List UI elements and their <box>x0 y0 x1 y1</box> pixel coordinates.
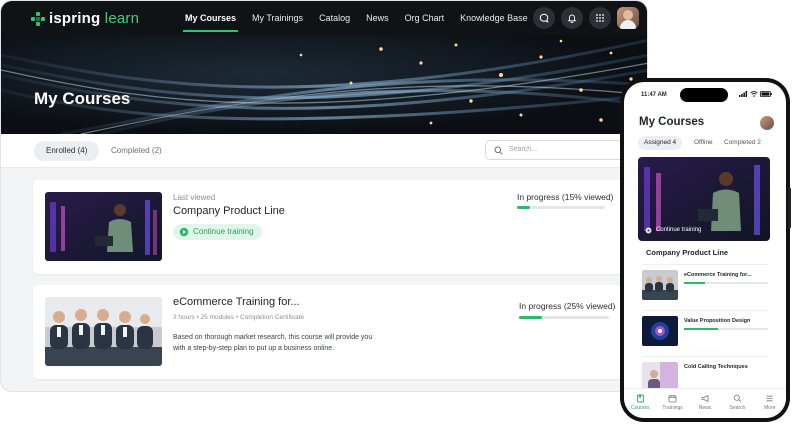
divider <box>642 310 768 311</box>
course-thumbnail <box>45 297 162 366</box>
phone-page-title: My Courses <box>639 116 705 128</box>
phone-nav-more[interactable]: More <box>754 389 786 418</box>
progress-label: In progress (25% viewed) <box>519 301 616 311</box>
phone-nav-search[interactable]: Search <box>721 389 753 418</box>
menu-icon <box>766 395 773 402</box>
logo-text: ispring learn <box>49 10 140 27</box>
nav-knowledge-base[interactable]: Knowledge Base <box>452 1 536 35</box>
phone-tab-assigned[interactable]: Assigned 4 <box>638 136 683 150</box>
nav-my-trainings[interactable]: My Trainings <box>244 1 311 35</box>
continue-training-button[interactable]: Continue training <box>173 224 263 240</box>
phone-tab-offline[interactable]: Offline <box>688 136 719 150</box>
ispring-learn-logo[interactable]: ispring learn <box>31 10 139 27</box>
phone-screen: 11:47 AM My Courses Assigned 4 Offline C… <box>624 82 786 418</box>
nav-catalog[interactable]: Catalog <box>311 1 358 35</box>
top-icons <box>533 7 639 29</box>
phone-course-thumbnail <box>642 316 678 346</box>
fiber-optic-background <box>1 38 647 134</box>
phone-featured-title: Company Product Line <box>646 248 729 257</box>
phone-frame: 11:47 AM My Courses Assigned 4 Offline C… <box>620 78 791 422</box>
divider <box>642 264 768 265</box>
course-title[interactable]: eCommerce Training for... <box>173 296 300 308</box>
phone-progress-bar <box>684 282 768 284</box>
progress-fill <box>519 316 542 319</box>
last-viewed-label: Last viewed <box>173 193 216 202</box>
nav-my-courses[interactable]: My Courses <box>177 1 244 35</box>
course-card-company-product-line[interactable]: Last viewed Company Product Line Continu… <box>33 180 629 274</box>
phone-bottom-nav: Courses Trainings News Search More <box>624 388 786 418</box>
apps-button[interactable] <box>589 7 611 29</box>
search-icon <box>733 394 742 403</box>
book-icon <box>636 394 644 403</box>
signal-icon <box>739 91 748 97</box>
phone-nav-courses[interactable]: Courses <box>624 389 656 418</box>
phone-side-button <box>788 188 791 228</box>
continue-training-label: Continue training <box>193 227 254 236</box>
search-icon <box>494 146 503 155</box>
course-thumbnail <box>45 192 162 261</box>
chat-icon <box>539 13 549 23</box>
tab-enrolled[interactable]: Enrolled (4) <box>34 141 100 161</box>
megaphone-icon <box>701 394 708 403</box>
phone-nav-label: More <box>764 405 776 411</box>
top-navigation-bar: ispring learn My Courses My Trainings Ca… <box>1 1 647 35</box>
phone-nav-label: News <box>698 405 712 411</box>
phone-course-row[interactable]: Value Proposition Design <box>642 316 768 356</box>
phone-featured-course[interactable]: Continue training <box>638 157 770 241</box>
progress-label: In progress (15% viewed) <box>517 192 614 202</box>
wifi-icon <box>750 91 758 97</box>
search-box[interactable]: Search... <box>485 140 625 160</box>
status-time: 11:47 AM <box>641 92 667 98</box>
phone-nav-label: Search <box>729 405 746 411</box>
nav-news[interactable]: News <box>358 1 397 35</box>
grid-icon <box>596 14 604 22</box>
phone-continue-training[interactable]: Continue training <box>646 227 701 233</box>
status-icons <box>739 91 772 97</box>
tab-completed[interactable]: Completed (2) <box>99 141 174 161</box>
page-title: My Courses <box>34 89 131 108</box>
phone-progress-fill <box>684 282 705 284</box>
progress-bar <box>517 206 605 209</box>
phone-nav-trainings[interactable]: Trainings <box>656 389 688 418</box>
phone-notch <box>680 88 728 102</box>
phone-nav-label: Courses <box>630 405 650 411</box>
main-nav: My Courses My Trainings Catalog News Org… <box>177 1 536 35</box>
course-description: Based on thorough market research, this … <box>173 334 373 352</box>
phone-tab-completed[interactable]: Completed 2 <box>718 136 767 150</box>
calendar-icon <box>668 395 677 403</box>
notifications-button[interactable] <box>561 7 583 29</box>
desktop-window: ispring learn My Courses My Trainings Ca… <box>0 0 648 392</box>
phone-progress-fill <box>684 328 718 330</box>
course-tabs-bar: Enrolled (4) Completed (2) Search... <box>1 134 647 168</box>
course-meta: 3 hours • 25 modules • Completion Certif… <box>173 314 305 321</box>
phone-course-title: Value Proposition Design <box>684 318 751 324</box>
phone-course-thumbnail <box>642 270 678 300</box>
phone-nav-news[interactable]: News <box>689 389 721 418</box>
search-input[interactable]: Search... <box>509 146 537 153</box>
phone-course-title: Cold Calling Techniques <box>684 364 748 370</box>
course-card-ecommerce-training[interactable]: eCommerce Training for... 3 hours • 25 m… <box>33 285 629 379</box>
play-icon <box>645 227 652 234</box>
chat-button[interactable] <box>533 7 555 29</box>
course-title[interactable]: Company Product Line <box>173 205 285 217</box>
divider <box>642 356 768 357</box>
nav-org-chart[interactable]: Org Chart <box>397 1 453 35</box>
phone-course-row[interactable]: eCommerce Training for... <box>642 270 768 310</box>
bell-icon <box>567 14 577 23</box>
progress-bar <box>519 316 609 319</box>
user-avatar[interactable] <box>617 7 639 29</box>
logo-icon <box>31 11 45 26</box>
progress-fill <box>517 206 531 209</box>
phone-progress-bar <box>684 328 768 330</box>
phone-course-title: eCommerce Training for... <box>684 272 752 278</box>
play-icon <box>179 227 189 237</box>
hero-banner: My Courses <box>1 35 647 134</box>
phone-user-avatar[interactable] <box>760 116 774 130</box>
phone-nav-label: Trainings <box>662 405 683 411</box>
battery-icon <box>760 91 772 97</box>
